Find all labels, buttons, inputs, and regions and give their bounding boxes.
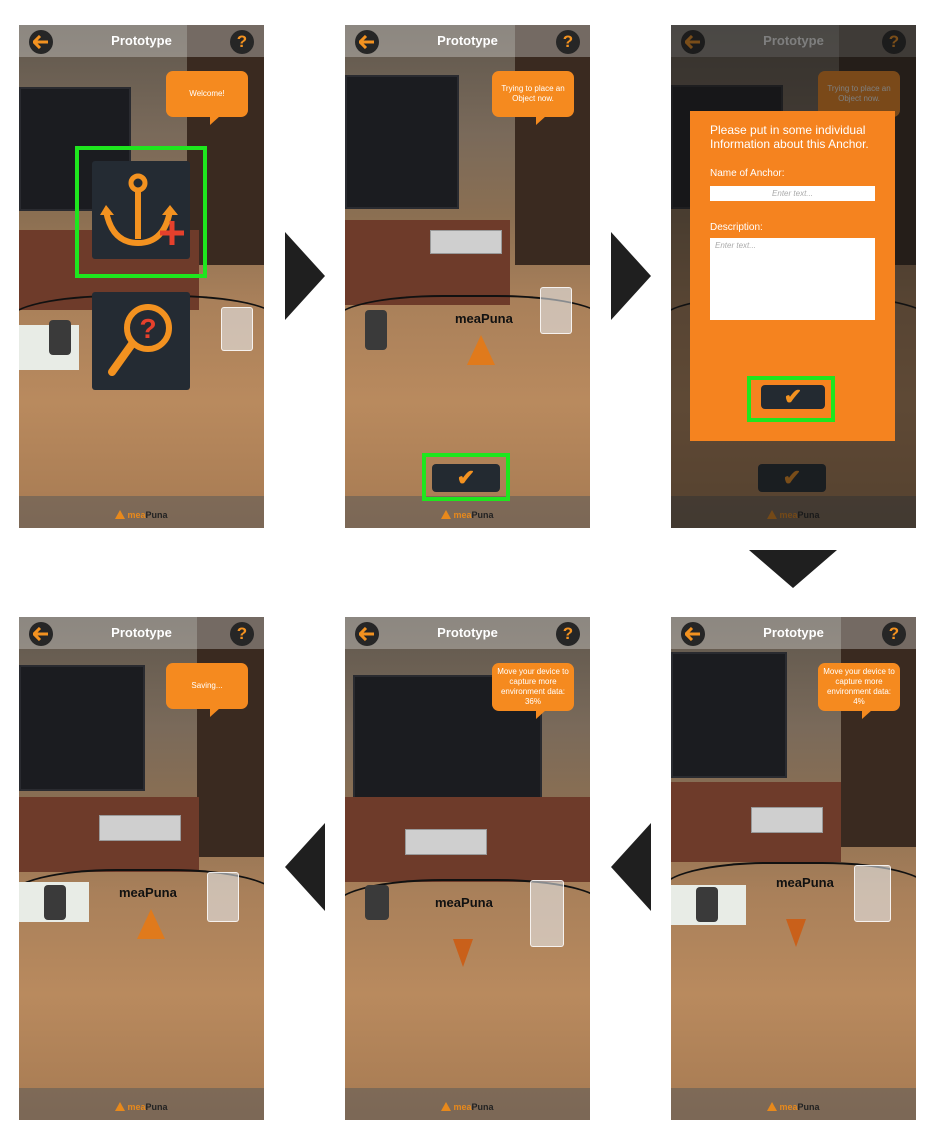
dialog-confirm-button[interactable]: ✔ (761, 384, 825, 409)
background-remote (365, 310, 387, 350)
placed-model (453, 939, 473, 967)
magnifier-question-icon: ? (108, 304, 172, 376)
background-clock (515, 25, 590, 265)
anchor-name-label: Name of Anchor: (710, 168, 785, 179)
placed-model (137, 909, 165, 939)
dialog-heading: Please put in some individual Informatio… (710, 123, 869, 152)
flow-arrow-right (611, 232, 651, 320)
page-title: Prototype (437, 33, 498, 48)
description-field[interactable]: Enter text... (710, 238, 875, 320)
screen-anchor-info: Prototype ? Trying to place an Object no… (671, 25, 916, 528)
anchor-add-icon (100, 173, 184, 247)
background-tv (345, 75, 459, 209)
flow-arrow-left (611, 823, 651, 911)
background-tv (671, 652, 787, 778)
description-placeholder: Enter text... (715, 241, 756, 250)
page-title: Prototype (437, 625, 498, 640)
placed-model (467, 335, 495, 365)
question-mark-icon: ? (888, 624, 900, 643)
background-receiver (405, 829, 487, 855)
flow-arrow-down (749, 550, 837, 588)
placed-model (786, 919, 806, 947)
screen-placing: meaPuna Prototype ? Trying to place an O… (345, 25, 590, 528)
speech-bubble: Trying to place an Object now. (492, 71, 574, 125)
back-button[interactable] (681, 30, 705, 54)
model-logo: meaPuna (776, 875, 834, 890)
background-glass (530, 880, 564, 947)
question-mark-icon: ? (562, 32, 574, 51)
arrow-left-icon (685, 35, 700, 49)
anchor-name-field[interactable]: Enter text... (710, 186, 875, 201)
background-receiver (99, 815, 181, 841)
background-remote (49, 320, 71, 355)
help-button[interactable]: ? (882, 30, 906, 54)
confirm-button[interactable]: ✔ (758, 464, 826, 492)
confirm-button[interactable]: ✔ (432, 464, 500, 492)
help-button[interactable]: ? (230, 30, 254, 54)
page-title: Prototype (111, 33, 172, 48)
speech-bubble: Saving... (166, 663, 248, 717)
speech-bubble: Move your device to capture more environ… (492, 663, 574, 719)
background-glass (540, 287, 572, 334)
flow-arrow-right (285, 232, 325, 320)
background-glass (207, 872, 239, 922)
question-mark-icon: ? (236, 32, 248, 51)
screen-capture-36: meaPuna Prototype ? Move your device to … (345, 617, 590, 1120)
model-logo: meaPuna (435, 895, 493, 910)
page-title: Prototype (111, 625, 172, 640)
question-mark-icon: ? (562, 624, 574, 643)
background-remote (696, 887, 718, 922)
anchor-info-dialog: Please put in some individual Informatio… (690, 111, 895, 441)
background-remote (365, 885, 389, 920)
help-button[interactable]: ? (556, 622, 580, 646)
help-button[interactable]: ? (882, 622, 906, 646)
brand-logo: meaPuna (19, 1102, 264, 1112)
background-receiver (430, 230, 502, 254)
description-label: Description: (710, 222, 763, 233)
background-glass (221, 307, 253, 351)
screen-welcome: Prototype ? Welcome! ? meaPuna (19, 25, 264, 528)
help-button[interactable]: ? (230, 622, 254, 646)
background-glass (854, 865, 891, 922)
checkmark-icon: ✔ (782, 465, 802, 490)
model-logo: meaPuna (455, 311, 513, 326)
screen-capture-4: meaPuna Prototype ? Move your device to … (671, 617, 916, 1120)
search-anchor-button[interactable]: ? (92, 292, 190, 390)
brand-logo: meaPuna (19, 510, 264, 520)
brand-logo: meaPuna (671, 1102, 916, 1112)
anchor-name-placeholder: Enter text... (772, 189, 813, 198)
question-mark-icon: ? (236, 624, 248, 643)
screen-saving: meaPuna Prototype ? Saving... meaPuna (19, 617, 264, 1120)
model-logo: meaPuna (119, 885, 177, 900)
brand-logo: meaPuna (345, 510, 590, 520)
brand-logo: meaPuna (671, 510, 916, 520)
background-receiver (751, 807, 823, 833)
background-tv (19, 665, 145, 791)
place-anchor-button[interactable] (92, 161, 190, 259)
background-clock (197, 617, 264, 857)
checkmark-icon: ✔ (783, 384, 803, 409)
speech-bubble: Welcome! (166, 71, 248, 125)
top-bar (671, 25, 916, 57)
page-title: Prototype (763, 33, 824, 48)
flow-arrow-left (285, 823, 325, 911)
background-remote (44, 885, 66, 920)
page-title: Prototype (763, 625, 824, 640)
brand-logo: meaPuna (345, 1102, 590, 1112)
question-mark-icon: ? (888, 32, 900, 51)
speech-bubble: Move your device to capture more environ… (818, 663, 900, 719)
checkmark-icon: ✔ (456, 465, 476, 490)
bottom-bar (671, 496, 916, 528)
background-clock (841, 617, 916, 847)
help-button[interactable]: ? (556, 30, 580, 54)
svg-text:?: ? (139, 313, 156, 344)
